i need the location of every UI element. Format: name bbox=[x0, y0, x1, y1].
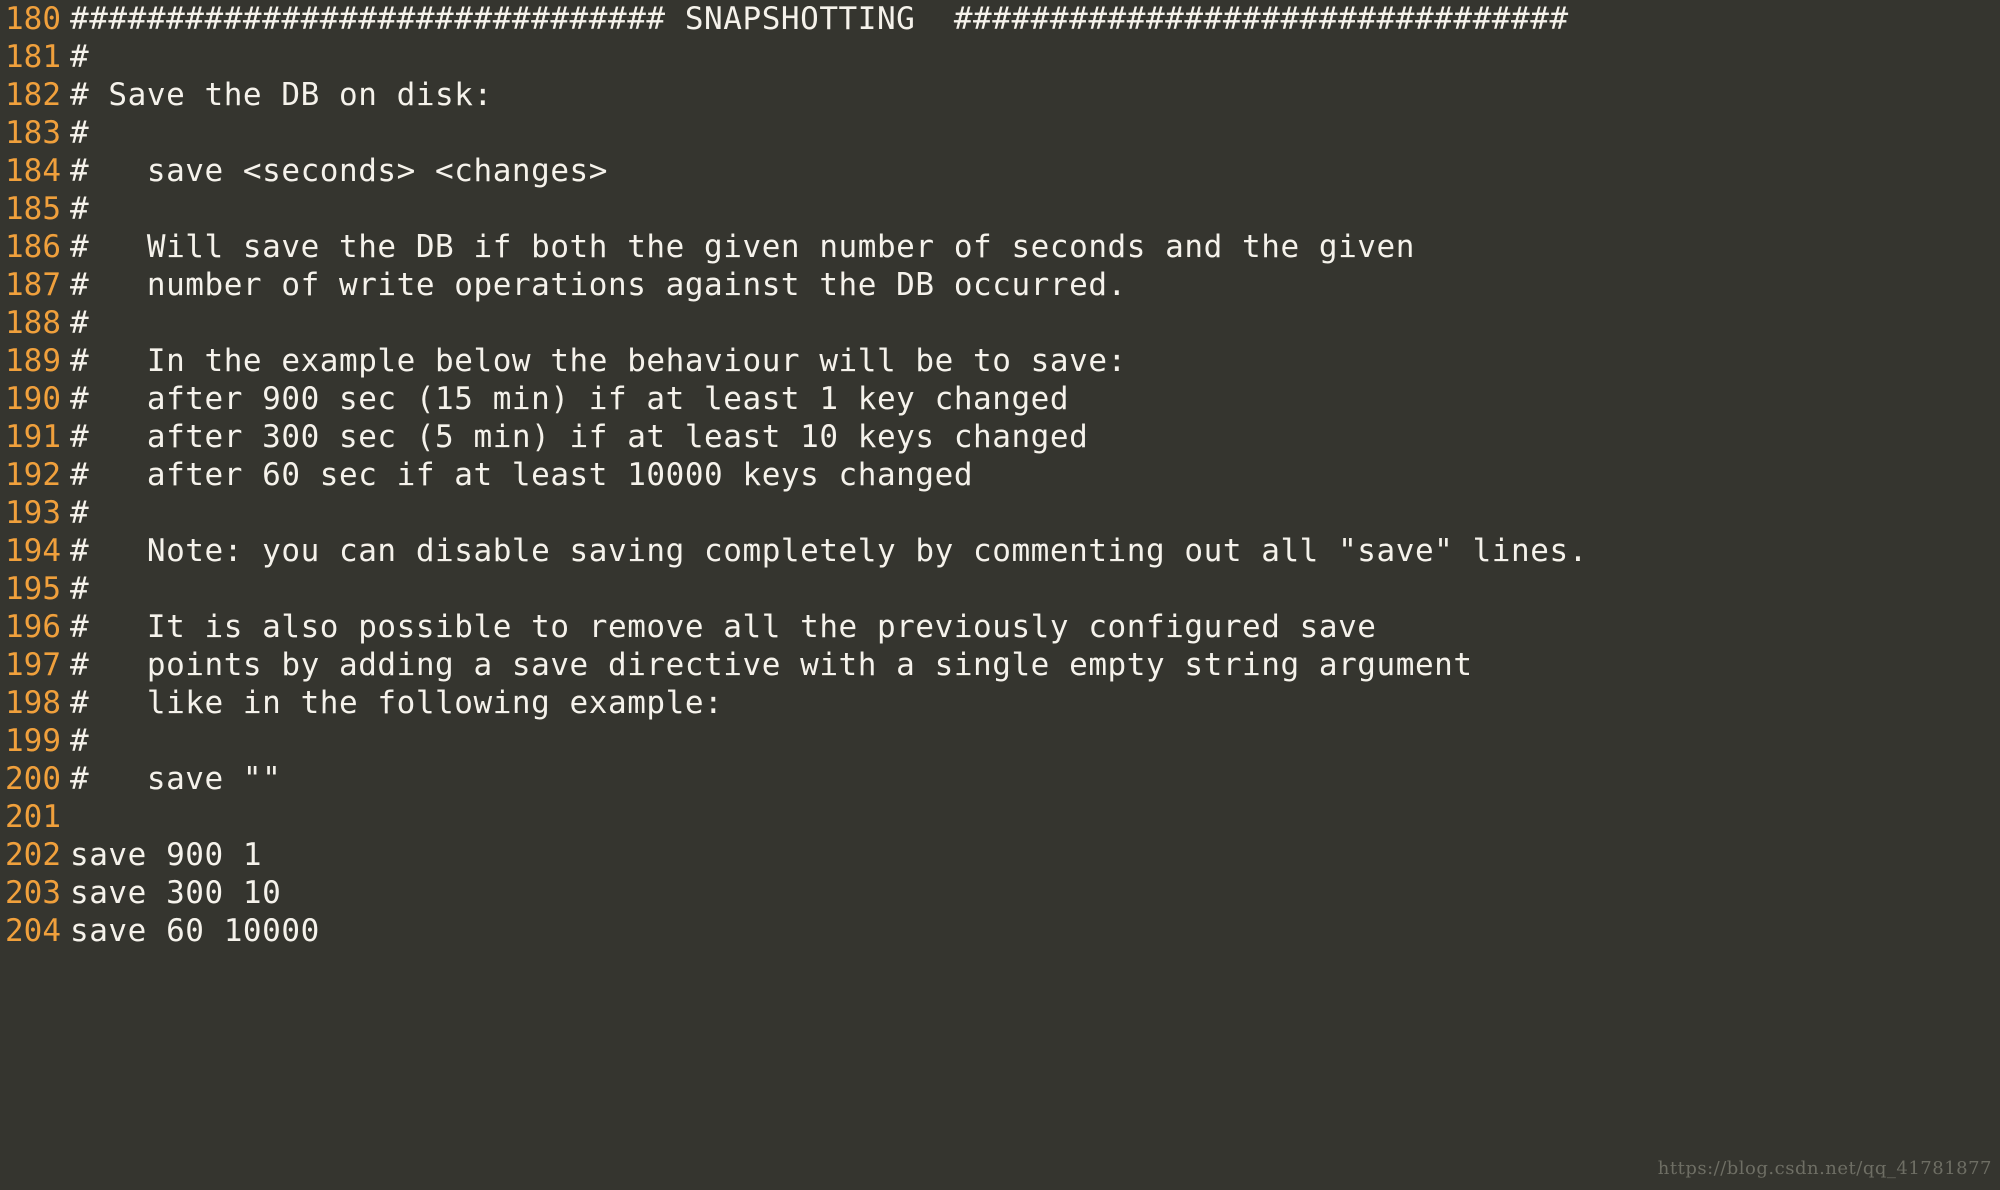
code-line[interactable]: 193 # bbox=[0, 494, 2000, 532]
line-content: save 900 1 bbox=[70, 837, 263, 873]
line-content: # bbox=[70, 723, 90, 759]
line-number: 197 bbox=[5, 647, 61, 683]
line-number: 183 bbox=[5, 115, 61, 151]
line-content: # Save the DB on disk: bbox=[70, 77, 493, 113]
line-content: # like in the following example: bbox=[70, 685, 724, 721]
code-line[interactable]: 190 # after 900 sec (15 min) if at least … bbox=[0, 380, 2000, 418]
line-content: # after 60 sec if at least 10000 keys ch… bbox=[70, 457, 974, 493]
line-number: 200 bbox=[5, 761, 61, 797]
line-number: 188 bbox=[5, 305, 61, 341]
code-line[interactable]: 195 # bbox=[0, 570, 2000, 608]
line-content: # bbox=[70, 495, 90, 531]
code-line[interactable]: 183 # bbox=[0, 114, 2000, 152]
line-content: # save <seconds> <changes> bbox=[70, 153, 608, 189]
line-number: 181 bbox=[5, 39, 61, 75]
line-content: # bbox=[70, 305, 90, 341]
code-line[interactable]: 187 # number of write operations against … bbox=[0, 266, 2000, 304]
code-line[interactable]: 196 # It is also possible to remove all t… bbox=[0, 608, 2000, 646]
line-content: # bbox=[70, 115, 90, 151]
code-line[interactable]: 203 save 300 10 bbox=[0, 874, 2000, 912]
code-line[interactable]: 181 # bbox=[0, 38, 2000, 76]
code-line[interactable]: 184 # save <seconds> <changes> bbox=[0, 152, 2000, 190]
code-line[interactable]: 189 # In the example below the behaviour … bbox=[0, 342, 2000, 380]
line-content: # It is also possible to remove all the … bbox=[70, 609, 1377, 645]
code-line[interactable]: 192 # after 60 sec if at least 10000 keys… bbox=[0, 456, 2000, 494]
code-line[interactable]: 194 # Note: you can disable saving comple… bbox=[0, 532, 2000, 570]
line-number: 192 bbox=[5, 457, 61, 493]
code-line[interactable]: 197 # points by adding a save directive w… bbox=[0, 646, 2000, 684]
code-line[interactable]: 199 # bbox=[0, 722, 2000, 760]
line-number: 182 bbox=[5, 77, 61, 113]
line-number: 194 bbox=[5, 533, 61, 569]
line-number: 199 bbox=[5, 723, 61, 759]
line-number: 180 bbox=[5, 1, 61, 37]
line-content: ############################### SNAPSHOT… bbox=[70, 1, 1569, 37]
code-line[interactable]: 204 save 60 10000 bbox=[0, 912, 2000, 950]
line-number: 198 bbox=[5, 685, 61, 721]
code-line[interactable]: 201 bbox=[0, 798, 2000, 836]
code-editor-pane[interactable]: 180 ############################### SNAPS… bbox=[0, 0, 2000, 1190]
line-number: 185 bbox=[5, 191, 61, 227]
line-number: 201 bbox=[5, 799, 61, 835]
line-content: # after 900 sec (15 min) if at least 1 k… bbox=[70, 381, 1070, 417]
line-content: # bbox=[70, 39, 90, 75]
line-content: # bbox=[70, 571, 90, 607]
line-number: 202 bbox=[5, 837, 61, 873]
line-number: 195 bbox=[5, 571, 61, 607]
code-line[interactable]: 185 # bbox=[0, 190, 2000, 228]
line-content: # bbox=[70, 191, 90, 227]
line-content: # In the example below the behaviour wil… bbox=[70, 343, 1127, 379]
code-line[interactable]: 191 # after 300 sec (5 min) if at least 1… bbox=[0, 418, 2000, 456]
line-content: save 300 10 bbox=[70, 875, 282, 911]
line-number: 186 bbox=[5, 229, 61, 265]
line-content: # Will save the DB if both the given num… bbox=[70, 229, 1415, 265]
line-content: # Note: you can disable saving completel… bbox=[70, 533, 1588, 569]
line-number: 189 bbox=[5, 343, 61, 379]
code-line[interactable]: 186 # Will save the DB if both the given … bbox=[0, 228, 2000, 266]
line-number: 184 bbox=[5, 153, 61, 189]
line-number: 187 bbox=[5, 267, 61, 303]
code-line[interactable]: 180 ############################### SNAPS… bbox=[0, 0, 2000, 38]
line-number: 191 bbox=[5, 419, 61, 455]
line-number: 193 bbox=[5, 495, 61, 531]
code-line[interactable]: 198 # like in the following example: bbox=[0, 684, 2000, 722]
line-number: 196 bbox=[5, 609, 61, 645]
line-content: # points by adding a save directive with… bbox=[70, 647, 1473, 683]
code-line[interactable]: 200 # save "" bbox=[0, 760, 2000, 798]
line-content: # after 300 sec (5 min) if at least 10 k… bbox=[70, 419, 1089, 455]
code-line[interactable]: 202 save 900 1 bbox=[0, 836, 2000, 874]
line-number: 203 bbox=[5, 875, 61, 911]
code-line[interactable]: 182 # Save the DB on disk: bbox=[0, 76, 2000, 114]
code-lines-container[interactable]: 180 ############################### SNAPS… bbox=[0, 0, 2000, 950]
line-number: 204 bbox=[5, 913, 61, 949]
line-content: # save "" bbox=[70, 761, 282, 797]
line-content: # number of write operations against the… bbox=[70, 267, 1127, 303]
line-content: save 60 10000 bbox=[70, 913, 320, 949]
watermark-text: https://blog.csdn.net/qq_41781877 bbox=[1657, 1158, 1992, 1179]
line-number: 190 bbox=[5, 381, 61, 417]
code-line[interactable]: 188 # bbox=[0, 304, 2000, 342]
